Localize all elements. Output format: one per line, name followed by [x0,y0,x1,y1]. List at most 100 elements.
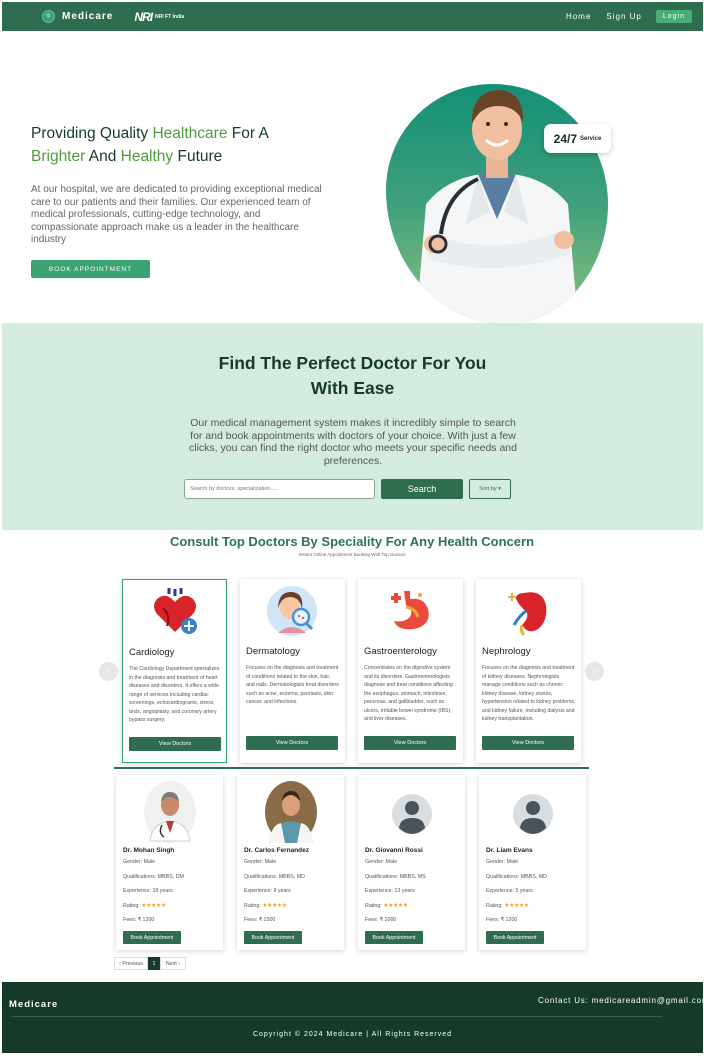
globe-logo-icon [42,10,55,23]
card-title: Gastroenterology [364,646,437,657]
partner-logo-text: NRI FT India [155,13,185,20]
skin-magnifier-icon [267,586,317,636]
rating-stars-icon: ★★★★★ [262,903,287,909]
doctor-avatar [144,781,196,843]
doctor-fees: Fees: ₹ 1200 [123,917,155,923]
footer-contact[interactable]: Contact Us: medicareadmin@gmail.com [538,996,703,1005]
doctor-rating: Rating: ★★★★★ [486,902,529,909]
hero-title-part: Providing Quality [31,125,153,142]
search-button[interactable]: Search [381,479,463,499]
rating-stars-icon: ★★★★★ [504,903,529,909]
rating-stars-icon: ★★★★★ [141,903,166,909]
doctor-card: Dr. Mohan Singh Gender: Male Qualificati… [116,775,223,950]
doctor-qualifications: Qualifications: MBBS, DM [123,874,184,880]
card-title: Cardiology [129,647,175,658]
heart-icon [154,588,197,634]
carousel-prev-arrow[interactable]: ‹ [99,662,118,681]
hero-title: Providing Quality Healthcare For A Brigh… [31,122,321,168]
user-placeholder-icon [513,794,553,834]
view-doctors-button[interactable]: View Doctors [364,736,456,750]
hero-title-part: For A [227,125,269,142]
rating-label: Rating: [365,903,382,909]
doctor-fees: Fees: ₹ 1200 [486,917,518,923]
doctor-fees: Fees: ₹ 1500 [244,917,276,923]
doctor-avatar [265,781,317,843]
doctor-gender: Gender: Male [365,859,398,865]
doctor-card: Dr. Giovanni Rossi Gender: Male Qualific… [358,775,465,950]
doctor-rating: Rating: ★★★★★ [244,902,287,909]
find-title-text: Find The Perfect Doctor For You With Eas… [218,353,487,398]
speciality-card-dermatology[interactable]: Dermatology Focuses on the diagnosis and… [240,579,345,763]
nav-home-link[interactable]: Home [566,12,591,21]
hero-title-highlight: Healthy [120,148,174,165]
find-doctor-section: Find The Perfect Doctor For You With Eas… [2,323,703,530]
book-appointment-button[interactable]: Book Appointment [244,931,302,944]
doctor-card: Dr. Carlos Fernandez Gender: Male Qualif… [237,775,344,950]
doctor-illustration [416,90,578,324]
doctor-rating: Rating: ★★★★★ [123,902,166,909]
carousel-next-arrow[interactable]: › [585,662,604,681]
rating-stars-icon: ★★★★★ [383,903,408,909]
search-input[interactable]: Search by doctors, specialization..... [184,479,375,499]
badge-number: 24/7 [553,131,577,146]
brand[interactable]: Medicare [42,10,113,23]
view-doctors-button[interactable]: View Doctors [129,737,221,751]
user-placeholder-icon [392,794,432,834]
view-doctors-button[interactable]: View Doctors [246,736,338,750]
footer-copyright: Copyright © 2024 Medicare | All Rights R… [252,1031,453,1038]
speciality-title: Consult Top Doctors By Speciality For An… [169,534,535,549]
doctor-name: Dr. Giovanni Rossi [365,847,423,854]
section-divider [114,767,589,769]
partner-logo-mark: NRI [134,9,153,24]
card-description: Focuses on the diagnosis and treatment o… [482,665,576,722]
rating-label: Rating: [486,903,503,909]
card-description: Concentrates on the digestive system and… [364,665,453,722]
doctor-gender: Gender: Male [123,859,156,865]
navbar: Medicare NRI NRI FT India Home Sign Up L… [2,2,703,31]
nav-links: Home Sign Up Login [551,10,692,23]
doctor-experience: Experience: 9 years [244,888,291,894]
hero-title-highlight: Healthcare [152,125,228,142]
find-description: Our medical management system makes it i… [188,417,517,467]
doctor-experience: Experience: 5 years [486,888,533,894]
footer-brand: Medicare [9,999,59,1010]
pagination-page-1[interactable]: 1 [148,957,160,970]
kidney-icon [508,592,547,637]
doctor-fees: Fees: ₹ 1000 [365,917,397,923]
pagination-previous[interactable]: ‹ Previous [114,957,148,970]
partner-logo: NRI NRI FT India [134,10,184,24]
doctor-rating: Rating: ★★★★★ [365,902,408,909]
badge-text: Service [580,135,602,142]
service-badge: 24/7 Service [544,124,611,153]
book-appointment-button[interactable]: Book Appointment [486,931,544,944]
pagination-next[interactable]: Next › [160,957,186,970]
book-appointment-button[interactable]: Book Appointment [123,931,181,944]
book-appointment-button[interactable]: BOOK APPOINTMENT [31,260,150,278]
login-button[interactable]: Login [655,10,692,23]
doctor-experience: Experience: 18 years [123,888,173,894]
speciality-card-cardiology[interactable]: Cardiology The Cardiology Department spe… [122,579,227,763]
hero-title-part: Future [173,148,223,165]
rating-label: Rating: [123,903,140,909]
footer: Medicare Contact Us: medicareadmin@gmail… [2,982,703,1053]
find-title: Find The Perfect Doctor For You With Eas… [2,351,703,401]
card-title: Nephrology [482,646,531,657]
doctor-name: Dr. Liam Evans [486,847,533,854]
hero-description: At our hospital, we are dedicated to pro… [31,184,322,246]
book-appointment-button[interactable]: Book Appointment [365,931,423,944]
brand-name: Medicare [62,11,114,22]
pagination: ‹ Previous 1 Next › [114,957,186,970]
doctor-name: Dr. Mohan Singh [123,847,175,854]
speciality-card-nephrology[interactable]: Nephrology Focuses on the diagnosis and … [476,579,581,763]
doctor-card: Dr. Liam Evans Gender: Male Qualificatio… [479,775,586,950]
sort-dropdown[interactable]: Sort by ▾ [469,479,511,499]
view-doctors-button[interactable]: View Doctors [482,736,574,750]
hero-image [386,84,608,324]
doctor-qualifications: Qualifications: MBBS, MD [486,874,547,880]
speciality-card-gastroenterology[interactable]: Gastroenterology Concentrates on the dig… [358,579,463,763]
doctor-name: Dr. Carlos Fernandez [244,847,310,854]
nav-signup-link[interactable]: Sign Up [606,12,641,21]
doctor-qualifications: Qualifications: MBBS, MD [244,874,305,880]
card-description: The Cardiology Department specializes in… [129,666,220,723]
speciality-subtitle: Instant Online Appointment Booking With … [298,552,406,557]
